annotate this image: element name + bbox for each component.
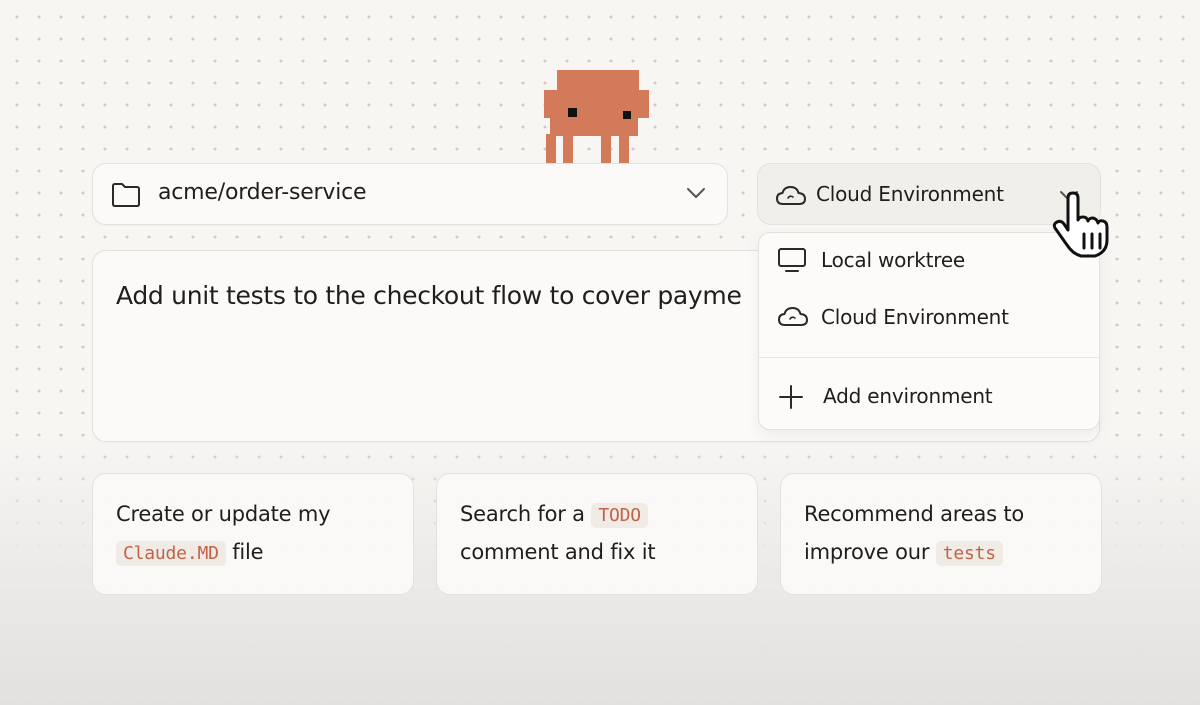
suggestion-line: improve our tests	[804, 540, 1003, 566]
suggestion-card-tests[interactable]: Recommend areas to improve our tests	[780, 473, 1102, 595]
suggestion-line: Search for a TODO	[460, 502, 648, 528]
menu-item-label: Cloud Environment	[821, 305, 1009, 329]
suggestion-card-claude-md[interactable]: Create or update my Claude.MD file	[92, 473, 414, 595]
repo-name: acme/order-service	[158, 180, 367, 205]
cloud-icon	[778, 307, 808, 326]
suggestion-line: Create or update my	[116, 502, 331, 526]
suggestion-line: comment and fix it	[460, 540, 656, 564]
suggestion-text: comment and fix it	[460, 540, 656, 564]
environment-value: Cloud Environment	[816, 182, 1004, 206]
code-snippet: tests	[935, 541, 1003, 566]
folder-icon	[112, 183, 140, 207]
repo-selector[interactable]: acme/order-service	[92, 163, 728, 225]
suggestion-card-todo[interactable]: Search for a TODO comment and fix it	[436, 473, 758, 595]
suggestion-line: Claude.MD file	[116, 540, 264, 566]
plus-icon	[779, 385, 803, 409]
suggestion-text: Recommend areas to	[804, 502, 1025, 526]
suggestion-text: improve our	[804, 540, 936, 564]
environment-dropdown: Local worktree Cloud Environment Add env…	[758, 232, 1100, 430]
suggestion-line: Recommend areas to	[804, 502, 1024, 526]
menu-divider	[759, 357, 1099, 358]
chevron-down-icon	[687, 188, 705, 198]
suggestion-text: Create or update my	[116, 502, 331, 526]
cloud-icon	[776, 186, 806, 205]
pointer-hand-icon	[1052, 191, 1109, 258]
add-environment-button[interactable]: Add environment	[759, 371, 1099, 421]
mascot-logo	[544, 70, 649, 165]
prompt-text: Add unit tests to the checkout flow to c…	[116, 281, 742, 310]
code-snippet: TODO	[591, 503, 648, 528]
add-environment-label: Add environment	[823, 384, 993, 408]
code-snippet: Claude.MD	[116, 541, 226, 566]
suggestion-text: file	[225, 540, 264, 564]
menu-item-cloud-environment[interactable]: Cloud Environment	[759, 292, 1099, 342]
menu-item-label: Local worktree	[821, 248, 966, 272]
monitor-icon	[778, 248, 806, 272]
suggestion-text: Search for a	[460, 502, 592, 526]
